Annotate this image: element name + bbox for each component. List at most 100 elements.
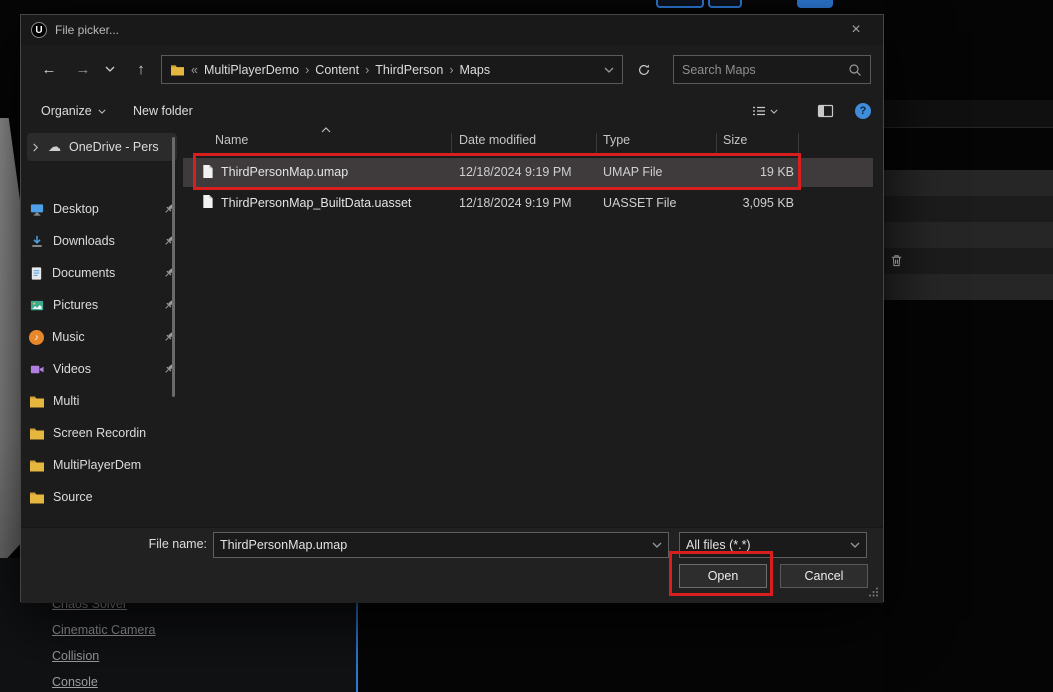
sidebar-item-music[interactable]: ♪ Music: [29, 323, 175, 351]
sidebar-item-desktop[interactable]: Desktop: [29, 195, 175, 223]
editor-toolbar-button[interactable]: [708, 0, 742, 8]
open-button[interactable]: Open: [679, 564, 767, 588]
column-divider[interactable]: [798, 133, 799, 155]
breadcrumb-item[interactable]: Maps: [460, 63, 491, 77]
editor-details-panel: [884, 0, 1053, 692]
sidebar-item-label: Videos: [53, 362, 91, 376]
file-row-thirdpersonmap-umap[interactable]: ThirdPersonMap.umap 12/18/2024 9:19 PM U…: [183, 158, 873, 187]
dialog-titlebar[interactable]: U File picker... ×: [21, 15, 883, 45]
file-picker-dialog: U File picker... × ← → ↑ « MultiPlayerDe…: [20, 14, 884, 602]
preview-pane-button[interactable]: [817, 101, 834, 121]
sidebar-item-label: Downloads: [53, 234, 115, 248]
sidebar-item-label: OneDrive - Pers: [69, 140, 159, 154]
file-date: 12/18/2024 9:19 PM: [459, 158, 572, 186]
forward-button[interactable]: →: [71, 57, 95, 81]
breadcrumb-separator: ›: [449, 63, 453, 77]
file-name-label: File name:: [81, 537, 207, 551]
file-type-value: All files (*.*): [686, 538, 850, 552]
file-type: UMAP File: [603, 158, 663, 186]
file-name-combobox: [213, 532, 669, 558]
organize-label: Organize: [41, 104, 92, 118]
help-icon: ?: [855, 103, 871, 119]
organize-button[interactable]: Organize: [41, 99, 106, 123]
file-size: 3,095 KB: [716, 189, 794, 216]
refresh-icon[interactable]: [629, 55, 659, 84]
file-row-thirdpersonmap-builtdata-uasset[interactable]: ThirdPersonMap_BuiltData.uasset 12/18/20…: [183, 189, 873, 216]
chevron-down-icon: [850, 542, 860, 548]
folder-icon: [29, 394, 45, 408]
search-input[interactable]: [682, 63, 848, 77]
screen: Chaos Solver Cinematic Camera Collision …: [0, 0, 1053, 692]
editor-toolbar-button[interactable]: [656, 0, 704, 8]
sort-ascending-icon: [321, 127, 331, 133]
sidebar-scrollbar[interactable]: [172, 137, 175, 397]
preview-pane-icon: [817, 103, 834, 119]
detail-row: [884, 248, 1053, 274]
up-button[interactable]: ↑: [129, 57, 153, 81]
sidebar-item-onedrive[interactable]: ☁ OneDrive - Pers: [27, 133, 177, 161]
settings-link-collision[interactable]: Collision: [52, 649, 99, 663]
settings-link-console[interactable]: Console: [52, 675, 98, 689]
breadcrumb-item[interactable]: ThirdPerson: [375, 63, 443, 77]
column-header-name[interactable]: Name: [215, 133, 248, 155]
breadcrumb-separator: ›: [365, 63, 369, 77]
sidebar-item-label: Source: [53, 490, 93, 504]
sidebar-item-label: Music: [52, 330, 85, 344]
sidebar-item-label: Multi: [53, 394, 79, 408]
file-type-select[interactable]: All files (*.*): [679, 532, 867, 558]
help-button[interactable]: ?: [855, 101, 871, 121]
file-date: 12/18/2024 9:19 PM: [459, 189, 572, 216]
chevron-down-icon: [652, 542, 662, 548]
search-icon[interactable]: [848, 63, 862, 77]
detail-row: [884, 222, 1053, 248]
trash-icon[interactable]: [889, 253, 904, 268]
panel-header-band: [884, 100, 1053, 128]
videos-icon: [29, 362, 45, 377]
sidebar-item-label: Pictures: [53, 298, 98, 312]
breadcrumb[interactable]: « MultiPlayerDemo › Content › ThirdPerso…: [161, 55, 623, 84]
breadcrumb-item[interactable]: Content: [315, 63, 359, 77]
sidebar-item-source[interactable]: Source: [29, 483, 175, 511]
view-mode-button[interactable]: [751, 101, 778, 121]
column-divider[interactable]: [716, 133, 717, 155]
sidebar-item-pictures[interactable]: Pictures: [29, 291, 175, 319]
new-folder-button[interactable]: New folder: [133, 99, 193, 123]
sidebar-item-multi[interactable]: Multi: [29, 387, 175, 415]
sidebar-item-multiplayerdemo[interactable]: MultiPlayerDem: [29, 451, 175, 479]
pictures-icon: [29, 298, 45, 313]
breadcrumb-separator: ›: [305, 63, 309, 77]
sidebar-item-documents[interactable]: Documents: [29, 259, 175, 287]
folder-icon: [29, 490, 45, 504]
file-icon: [201, 164, 214, 179]
file-name-input[interactable]: [220, 538, 652, 552]
column-header-size[interactable]: Size: [723, 133, 747, 155]
search-box: [673, 55, 871, 84]
close-icon[interactable]: ×: [839, 15, 873, 45]
sidebar-item-videos[interactable]: Videos: [29, 355, 175, 383]
resize-grip[interactable]: [868, 587, 878, 597]
detail-row: [884, 274, 1053, 300]
column-header-type[interactable]: Type: [603, 133, 630, 155]
column-divider[interactable]: [451, 133, 452, 155]
file-type: UASSET File: [603, 189, 676, 216]
sidebar-item-screen-recordings[interactable]: Screen Recordin: [29, 419, 175, 447]
column-divider[interactable]: [596, 133, 597, 155]
cancel-button[interactable]: Cancel: [780, 564, 868, 588]
back-button[interactable]: ←: [37, 57, 61, 81]
breadcrumb-overflow[interactable]: «: [191, 63, 198, 77]
details-view-icon: [751, 103, 767, 119]
recent-locations-chevron-icon[interactable]: [101, 57, 119, 81]
dialog-title: File picker...: [55, 23, 119, 37]
expand-chevron-icon: [31, 143, 40, 152]
detail-row: [884, 170, 1053, 196]
detail-row: [884, 196, 1053, 222]
editor-toolbar-button[interactable]: [797, 0, 833, 8]
unreal-logo-icon: U: [31, 22, 47, 38]
column-header-date-modified[interactable]: Date modified: [459, 133, 536, 155]
address-dropdown-chevron-icon[interactable]: [604, 67, 614, 73]
folder-icon: [170, 63, 185, 76]
settings-link-cinematic-camera[interactable]: Cinematic Camera: [52, 623, 156, 637]
sidebar-item-downloads[interactable]: Downloads: [29, 227, 175, 255]
new-folder-label: New folder: [133, 104, 193, 118]
breadcrumb-item[interactable]: MultiPlayerDemo: [204, 63, 299, 77]
